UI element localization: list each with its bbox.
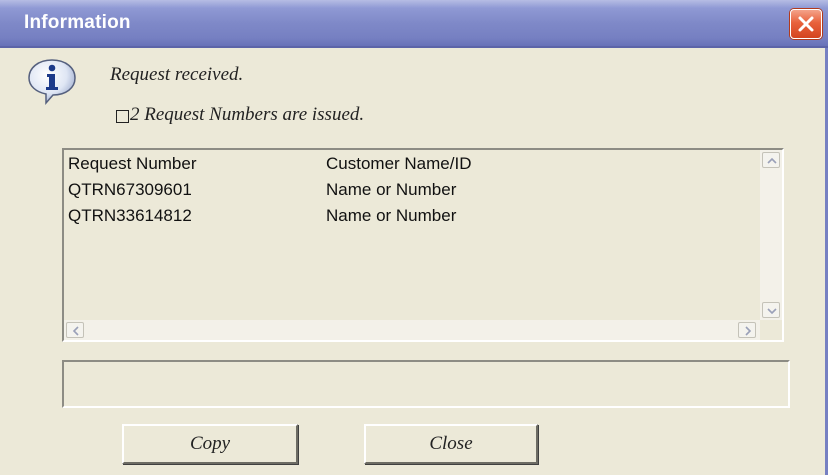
chevron-left-icon [72, 326, 79, 336]
column-header-request-number: Request Number [68, 154, 197, 173]
information-dialog: Information Request received. 2 Request … [0, 0, 828, 475]
message-received: Request received. [110, 64, 244, 85]
request-text-field[interactable] [62, 360, 790, 408]
scroll-down-button[interactable] [762, 302, 780, 318]
chevron-right-icon [745, 326, 752, 336]
info-icon [28, 59, 76, 105]
list-content: Request Number Customer Name/ID QTRN6730… [66, 152, 764, 322]
title-close-button[interactable] [790, 9, 822, 39]
column-header-customer: Customer Name/ID [326, 154, 472, 173]
request-number: QTRN67309601 [68, 180, 192, 199]
window-title: Information [24, 12, 131, 33]
customer-name: Name or Number [326, 180, 457, 199]
chevron-up-icon [767, 157, 777, 164]
horizontal-scrollbar[interactable] [64, 320, 760, 340]
chevron-down-icon [767, 308, 777, 315]
copy-button[interactable]: Copy [122, 424, 298, 464]
vertical-scrollbar[interactable] [760, 150, 782, 320]
scroll-left-button[interactable] [66, 322, 84, 338]
request-number: QTRN33614812 [68, 206, 192, 225]
customer-name: Name or Number [326, 206, 457, 225]
title-bar[interactable]: Information [0, 0, 828, 48]
close-button[interactable]: Close [364, 424, 538, 464]
scrollbar-corner [760, 320, 782, 340]
bullet-box-icon [116, 110, 129, 123]
scroll-right-button[interactable] [738, 322, 756, 338]
request-list[interactable]: Request Number Customer Name/ID QTRN6730… [62, 148, 784, 342]
scroll-up-button[interactable] [762, 152, 780, 168]
message-issued: 2 Request Numbers are issued. [130, 104, 365, 125]
close-icon [798, 16, 814, 32]
